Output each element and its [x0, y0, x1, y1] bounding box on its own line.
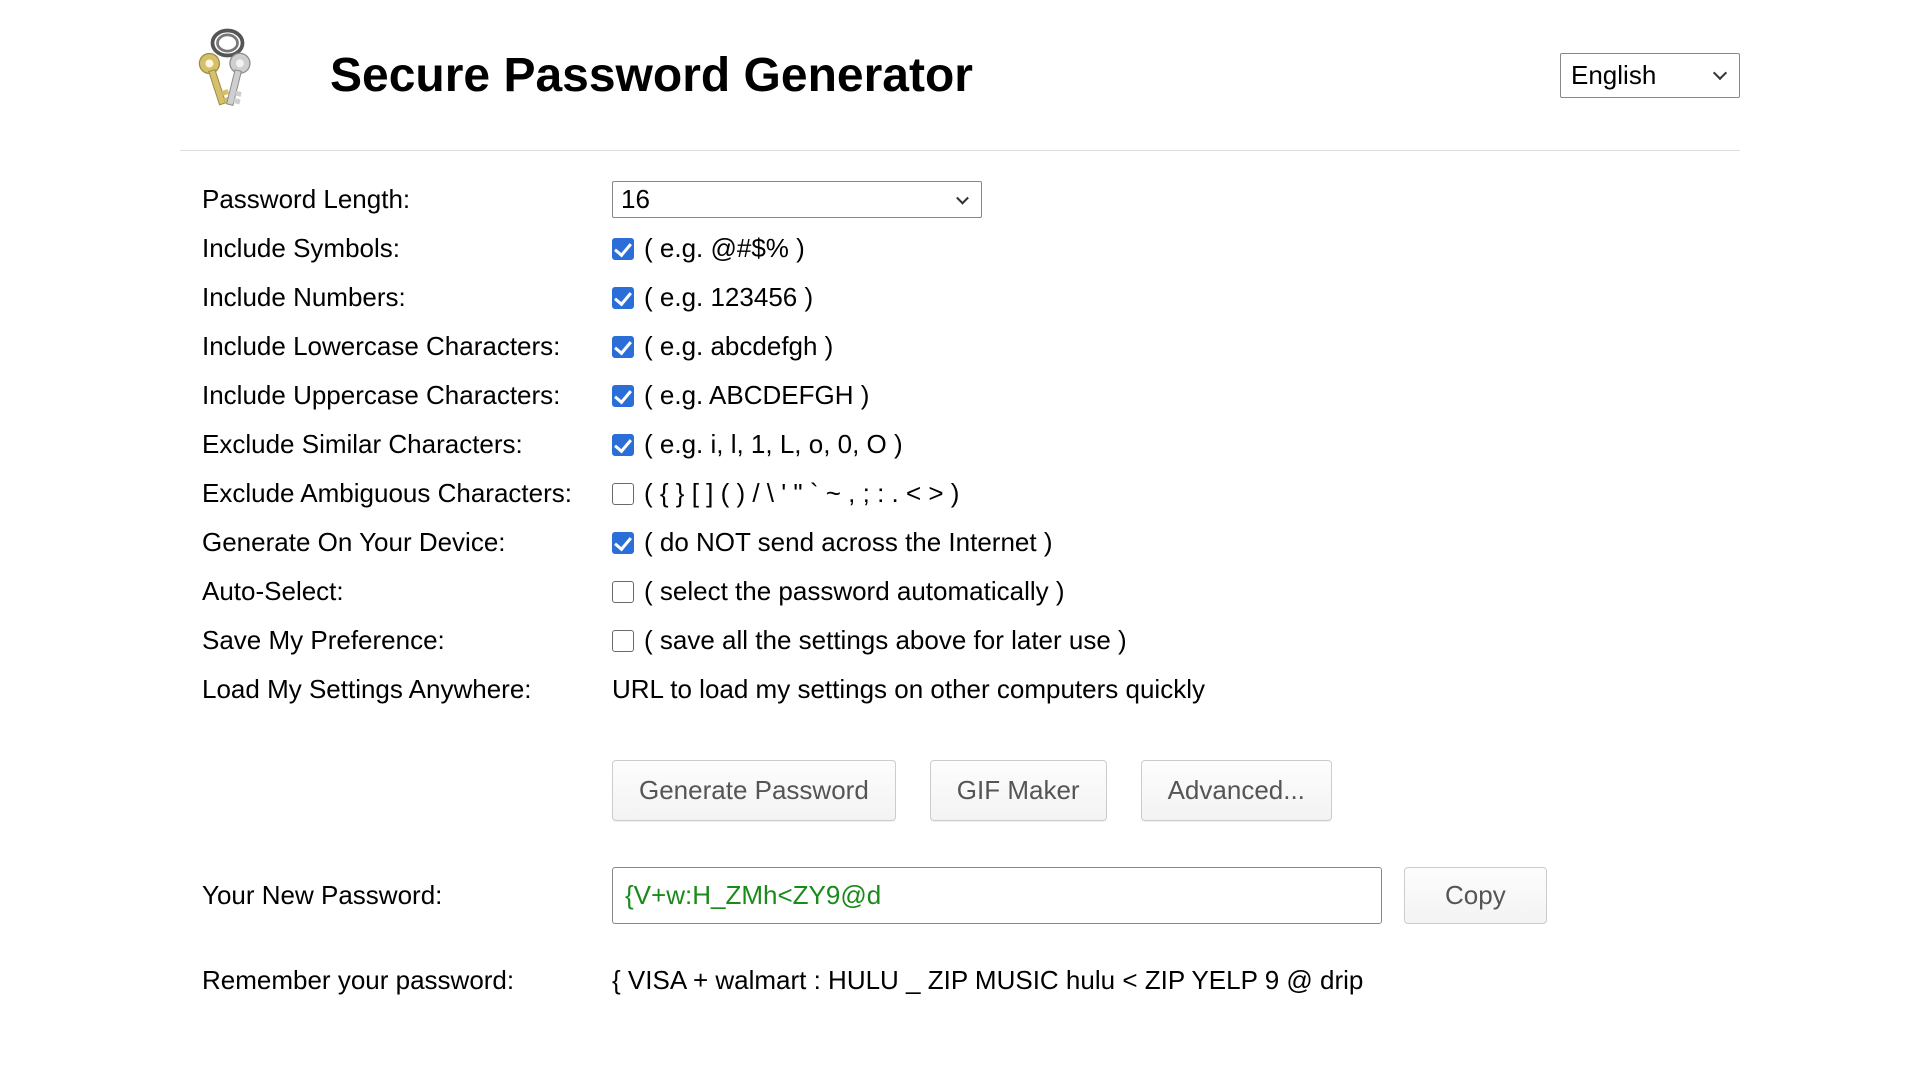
auto-select-label: Auto-Select: — [202, 573, 612, 610]
include-uppercase-checkbox[interactable] — [612, 385, 634, 407]
gif-maker-button[interactable]: GIF Maker — [930, 760, 1107, 821]
page-title: Secure Password Generator — [330, 48, 1560, 103]
remember-text: { VISA + walmart : HULU _ ZIP MUSIC hulu… — [612, 965, 1363, 996]
advanced-button[interactable]: Advanced... — [1141, 760, 1332, 821]
exclude-ambiguous-hint: ( { } [ ] ( ) / \ ' " ` ~ , ; : . < > ) — [644, 478, 959, 509]
generate-on-device-checkbox[interactable] — [612, 532, 634, 554]
language-value: English — [1571, 60, 1656, 91]
exclude-similar-checkbox[interactable] — [612, 434, 634, 456]
password-length-select[interactable]: 16 — [612, 181, 982, 218]
save-pref-checkbox[interactable] — [612, 630, 634, 652]
load-settings-link[interactable]: URL to load my settings on other compute… — [612, 674, 1205, 705]
language-select[interactable]: English — [1560, 53, 1740, 98]
save-pref-hint: ( save all the settings above for later … — [644, 625, 1127, 656]
settings-form: Password Length: 16 Include Symbols: ( e… — [180, 181, 1740, 999]
new-password-label: Your New Password: — [202, 877, 612, 914]
keys-icon — [180, 25, 270, 125]
include-symbols-hint: ( e.g. @#$% ) — [644, 233, 805, 264]
exclude-ambiguous-label: Exclude Ambiguous Characters: — [202, 475, 612, 512]
exclude-similar-hint: ( e.g. i, l, 1, L, o, 0, O ) — [644, 429, 903, 460]
generate-on-device-label: Generate On Your Device: — [202, 524, 612, 561]
include-lowercase-hint: ( e.g. abcdefgh ) — [644, 331, 833, 362]
password-length-value: 16 — [621, 184, 650, 215]
include-numbers-label: Include Numbers: — [202, 279, 612, 316]
password-length-label: Password Length: — [202, 181, 612, 218]
include-uppercase-label: Include Uppercase Characters: — [202, 377, 612, 414]
remember-label: Remember your password: — [202, 962, 612, 999]
include-uppercase-hint: ( e.g. ABCDEFGH ) — [644, 380, 869, 411]
copy-button[interactable]: Copy — [1404, 867, 1547, 924]
new-password-input[interactable] — [612, 867, 1382, 924]
include-numbers-checkbox[interactable] — [612, 287, 634, 309]
include-symbols-checkbox[interactable] — [612, 238, 634, 260]
auto-select-hint: ( select the password automatically ) — [644, 576, 1065, 607]
load-settings-label: Load My Settings Anywhere: — [202, 671, 612, 708]
include-lowercase-checkbox[interactable] — [612, 336, 634, 358]
exclude-ambiguous-checkbox[interactable] — [612, 483, 634, 505]
auto-select-checkbox[interactable] — [612, 581, 634, 603]
generate-button[interactable]: Generate Password — [612, 760, 896, 821]
generate-on-device-hint: ( do NOT send across the Internet ) — [644, 527, 1052, 558]
include-numbers-hint: ( e.g. 123456 ) — [644, 282, 813, 313]
exclude-similar-label: Exclude Similar Characters: — [202, 426, 612, 463]
include-lowercase-label: Include Lowercase Characters: — [202, 328, 612, 365]
save-pref-label: Save My Preference: — [202, 622, 612, 659]
include-symbols-label: Include Symbols: — [202, 230, 612, 267]
page-header: Secure Password Generator English — [180, 25, 1740, 151]
